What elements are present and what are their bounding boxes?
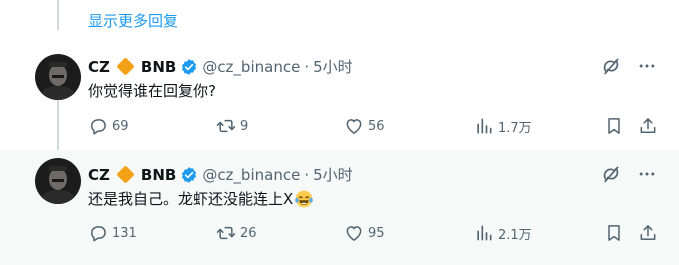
like-count: 95 [368,225,385,241]
share-button[interactable] [638,116,658,136]
reply-count: 69 [112,118,129,134]
tweet-top-actions [601,56,657,76]
tweet-actions: 69 9 56 1.7万 [88,116,658,136]
bookmark-icon [604,223,624,243]
like-count: 56 [368,118,385,134]
verified-badge-icon [180,166,198,184]
tweet-top-actions [601,164,657,184]
bookmark-button[interactable] [604,223,624,243]
tweet-2[interactable]: CZ BNB @cz_binance · 5小时 还是我自己。龙虾还没能连上X [0,150,679,265]
bookmark-button[interactable] [604,116,624,136]
reply-button[interactable]: 131 [88,223,137,243]
grok-icon[interactable] [601,56,621,76]
reply-icon [88,116,108,136]
views-chart-icon [474,116,494,136]
display-name-suffix[interactable]: BNB [141,58,176,76]
diamond-icon [116,57,135,76]
reply-button[interactable]: 69 [88,116,129,136]
views-chart-icon [474,223,494,243]
tweet-text: 你觉得谁在回复你? [88,80,216,101]
tweet-1[interactable]: CZ BNB @cz_binance · 5小时 你觉得谁在回复你? 69 9 … [0,40,679,148]
tweet-header: CZ BNB @cz_binance · 5小时 [88,56,353,77]
repost-button[interactable]: 26 [216,223,257,243]
repost-icon [216,223,236,243]
like-button[interactable]: 56 [344,116,385,136]
bookmark-icon [604,116,624,136]
share-button[interactable] [638,223,658,243]
views-button[interactable]: 1.7万 [474,116,532,136]
display-name[interactable]: CZ [88,166,110,184]
reply-icon [88,223,108,243]
display-name[interactable]: CZ [88,58,110,76]
tweet-text: 还是我自己。龙虾还没能连上X [88,188,314,209]
views-count: 1.7万 [498,120,532,136]
thread-line-top [57,0,59,30]
face-with-tears-of-joy-icon [294,189,314,209]
handle[interactable]: @cz_binance [202,58,300,76]
reply-count: 131 [112,225,137,241]
show-more-replies-link[interactable]: 显示更多回复 [88,10,178,31]
tweet-header: CZ BNB @cz_binance · 5小时 [88,164,353,185]
tweet-text-content: 你觉得谁在回复你? [88,82,216,100]
timestamp[interactable]: 5小时 [313,164,353,185]
avatar[interactable] [35,54,81,100]
diamond-icon [116,165,135,184]
tweet-text-content: 还是我自己。龙虾还没能连上X [88,190,294,208]
share-icon [638,223,658,243]
display-name-suffix[interactable]: BNB [141,166,176,184]
heart-icon [344,223,364,243]
views-count: 2.1万 [498,227,532,243]
repost-icon [216,116,236,136]
grok-icon[interactable] [601,164,621,184]
tweet-actions: 131 26 95 2.1万 [88,223,658,243]
repost-button[interactable]: 9 [216,116,248,136]
repost-count: 26 [240,225,257,241]
handle[interactable]: @cz_binance [202,166,300,184]
repost-count: 9 [240,118,249,134]
share-icon [638,116,658,136]
verified-badge-icon [180,58,198,76]
more-options-icon[interactable] [637,56,657,76]
more-options-icon[interactable] [637,164,657,184]
separator-dot: · [304,165,310,184]
heart-icon [344,116,364,136]
avatar[interactable] [35,158,81,204]
timestamp[interactable]: 5小时 [313,56,353,77]
like-button[interactable]: 95 [344,223,385,243]
separator-dot: · [304,57,310,76]
views-button[interactable]: 2.1万 [474,223,532,243]
